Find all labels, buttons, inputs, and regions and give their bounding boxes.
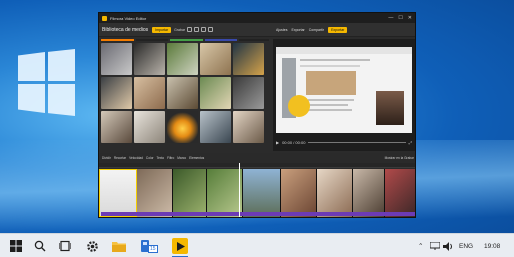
playhead[interactable] (239, 163, 240, 217)
main-toolbar: Biblioteca de medios Importar Grabar Aju… (99, 23, 415, 37)
timeline-clip[interactable] (281, 169, 317, 217)
preview-time: 00:00 / 00:00 (282, 139, 306, 145)
windows-logo (18, 49, 76, 116)
media-thumb[interactable] (233, 43, 264, 75)
timeline-clip[interactable] (207, 169, 243, 217)
fullscreen-icon[interactable]: ⤢ (409, 140, 412, 145)
selected-clip-outline (99, 169, 137, 217)
media-thumb[interactable] (167, 77, 198, 109)
tray-chevron-icon[interactable]: ⌃ (418, 234, 423, 257)
language-indicator[interactable]: ENG (459, 234, 473, 257)
tool-elements[interactable]: Elementos (189, 156, 204, 160)
media-thumb[interactable] (134, 77, 165, 109)
tool-frame[interactable]: Marco (177, 156, 186, 160)
filter-icon[interactable] (201, 27, 207, 32)
record-button[interactable]: Grabar (174, 28, 185, 32)
start-button[interactable] (9, 239, 23, 253)
timeline-clip[interactable] (317, 169, 353, 217)
filmora-taskbar-icon[interactable] (172, 238, 188, 254)
timeline-clip[interactable] (385, 169, 415, 217)
play-icon[interactable]: ▶ (276, 140, 279, 145)
preview-controls: ▶ 00:00 / 00:00 ⤢ (276, 137, 412, 147)
clock[interactable]: 19:08 (484, 234, 500, 257)
window-title: Filmora Video Editor (110, 15, 147, 21)
media-thumb[interactable] (233, 77, 264, 109)
category-bars (101, 39, 269, 41)
folder-icon[interactable] (187, 27, 193, 32)
close-icon[interactable]: ✕ (408, 15, 412, 21)
media-thumb[interactable] (101, 77, 132, 109)
tool-trim[interactable]: Recortar (114, 156, 126, 160)
minimize-icon[interactable]: — (388, 15, 393, 21)
sort-icon[interactable] (208, 27, 214, 32)
timeline-clip[interactable] (173, 169, 207, 217)
timeline-clip[interactable] (353, 169, 385, 217)
title-bar: Filmora Video Editor — ☐ ✕ (99, 13, 415, 23)
media-thumb[interactable] (233, 111, 264, 143)
media-thumb[interactable] (134, 43, 165, 75)
import-button[interactable]: Importar (152, 26, 172, 33)
task-view-icon[interactable] (58, 239, 72, 253)
share-button[interactable]: Compartir (309, 28, 324, 32)
settings-icon[interactable] (85, 239, 99, 253)
tool-split[interactable]: Dividir (102, 156, 111, 160)
tool-speed[interactable]: Velocidad (129, 156, 143, 160)
maximize-icon[interactable]: ☐ (398, 15, 402, 21)
media-thumb[interactable] (101, 43, 132, 75)
media-thumb[interactable] (134, 111, 165, 143)
export-button[interactable]: Exportar (328, 27, 348, 33)
hand-sticker (288, 95, 310, 117)
timeline-clip[interactable] (243, 169, 281, 217)
media-thumb[interactable] (101, 111, 132, 143)
volume-icon[interactable] (443, 234, 453, 257)
grid-icon[interactable] (194, 27, 200, 32)
library-title: Biblioteca de medios (102, 26, 149, 33)
tool-filter[interactable]: Filtro (167, 156, 174, 160)
editor-window: Filmora Video Editor — ☐ ✕ Biblioteca de… (98, 12, 416, 218)
search-icon[interactable] (33, 239, 47, 253)
export-link[interactable]: Exportar (291, 28, 304, 32)
audio-track[interactable] (101, 212, 415, 216)
media-thumb[interactable] (167, 111, 198, 143)
timeline-ruler (99, 163, 415, 168)
timeline-track (99, 169, 415, 217)
tool-text[interactable]: Texto (157, 156, 165, 160)
settings-button[interactable]: Ajustes (276, 28, 287, 32)
taskbar: 15 ⌃ ENG 19:08 (0, 233, 514, 257)
tool-color[interactable]: Color (146, 156, 154, 160)
app-badge: 15 (148, 245, 158, 253)
media-thumb[interactable] (200, 43, 231, 75)
edit-toolbar: Dividir Recortar Velocidad Color Texto F… (99, 153, 415, 163)
network-icon[interactable] (430, 234, 440, 257)
file-explorer-icon[interactable] (112, 239, 126, 253)
media-thumb[interactable] (200, 77, 231, 109)
preview-screen (276, 47, 412, 133)
media-library (101, 39, 269, 151)
media-thumb[interactable] (200, 111, 231, 143)
media-thumb[interactable] (167, 43, 198, 75)
app-icon (102, 15, 107, 21)
timeline-label: Mostrar en la Grabar (384, 156, 414, 160)
preview-panel: ▶ 00:00 / 00:00 ⤢ (273, 39, 415, 151)
timeline-clip[interactable] (137, 169, 173, 217)
storage-app-icon[interactable]: 15 (140, 239, 158, 253)
webcam-overlay (376, 91, 404, 125)
